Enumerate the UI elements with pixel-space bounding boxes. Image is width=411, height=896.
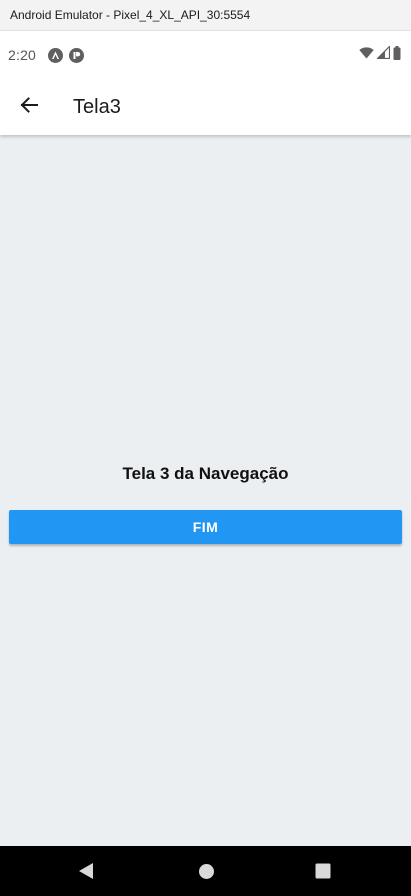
back-triangle-icon[interactable] xyxy=(76,861,96,881)
status-bar: 2:20 xyxy=(0,31,411,79)
react-native-icon xyxy=(48,47,64,63)
recents-square-icon[interactable] xyxy=(313,861,333,881)
wifi-icon xyxy=(359,46,374,64)
home-circle-icon[interactable] xyxy=(196,861,216,881)
app-bar: Tela3 xyxy=(0,79,411,135)
status-bar-left: 2:20 xyxy=(8,47,85,63)
screen-content: Tela 3 da Navegação FIM xyxy=(0,135,411,846)
status-time: 2:20 xyxy=(8,47,37,63)
battery-icon xyxy=(393,45,401,65)
back-button[interactable] xyxy=(1,79,57,135)
fim-button[interactable]: FIM xyxy=(9,510,402,544)
status-bar-right xyxy=(359,45,401,65)
cell-signal-icon xyxy=(376,45,391,64)
page-title: Tela3 xyxy=(73,95,121,118)
navigation-bar xyxy=(0,846,411,896)
screen-heading: Tela 3 da Navegação xyxy=(122,464,289,483)
arrow-back-icon xyxy=(20,96,38,118)
app-notification-icon xyxy=(69,47,85,63)
emulator-window-title: Android Emulator - Pixel_4_XL_API_30:555… xyxy=(10,8,251,22)
emulator-title-bar: Android Emulator - Pixel_4_XL_API_30:555… xyxy=(0,0,411,31)
